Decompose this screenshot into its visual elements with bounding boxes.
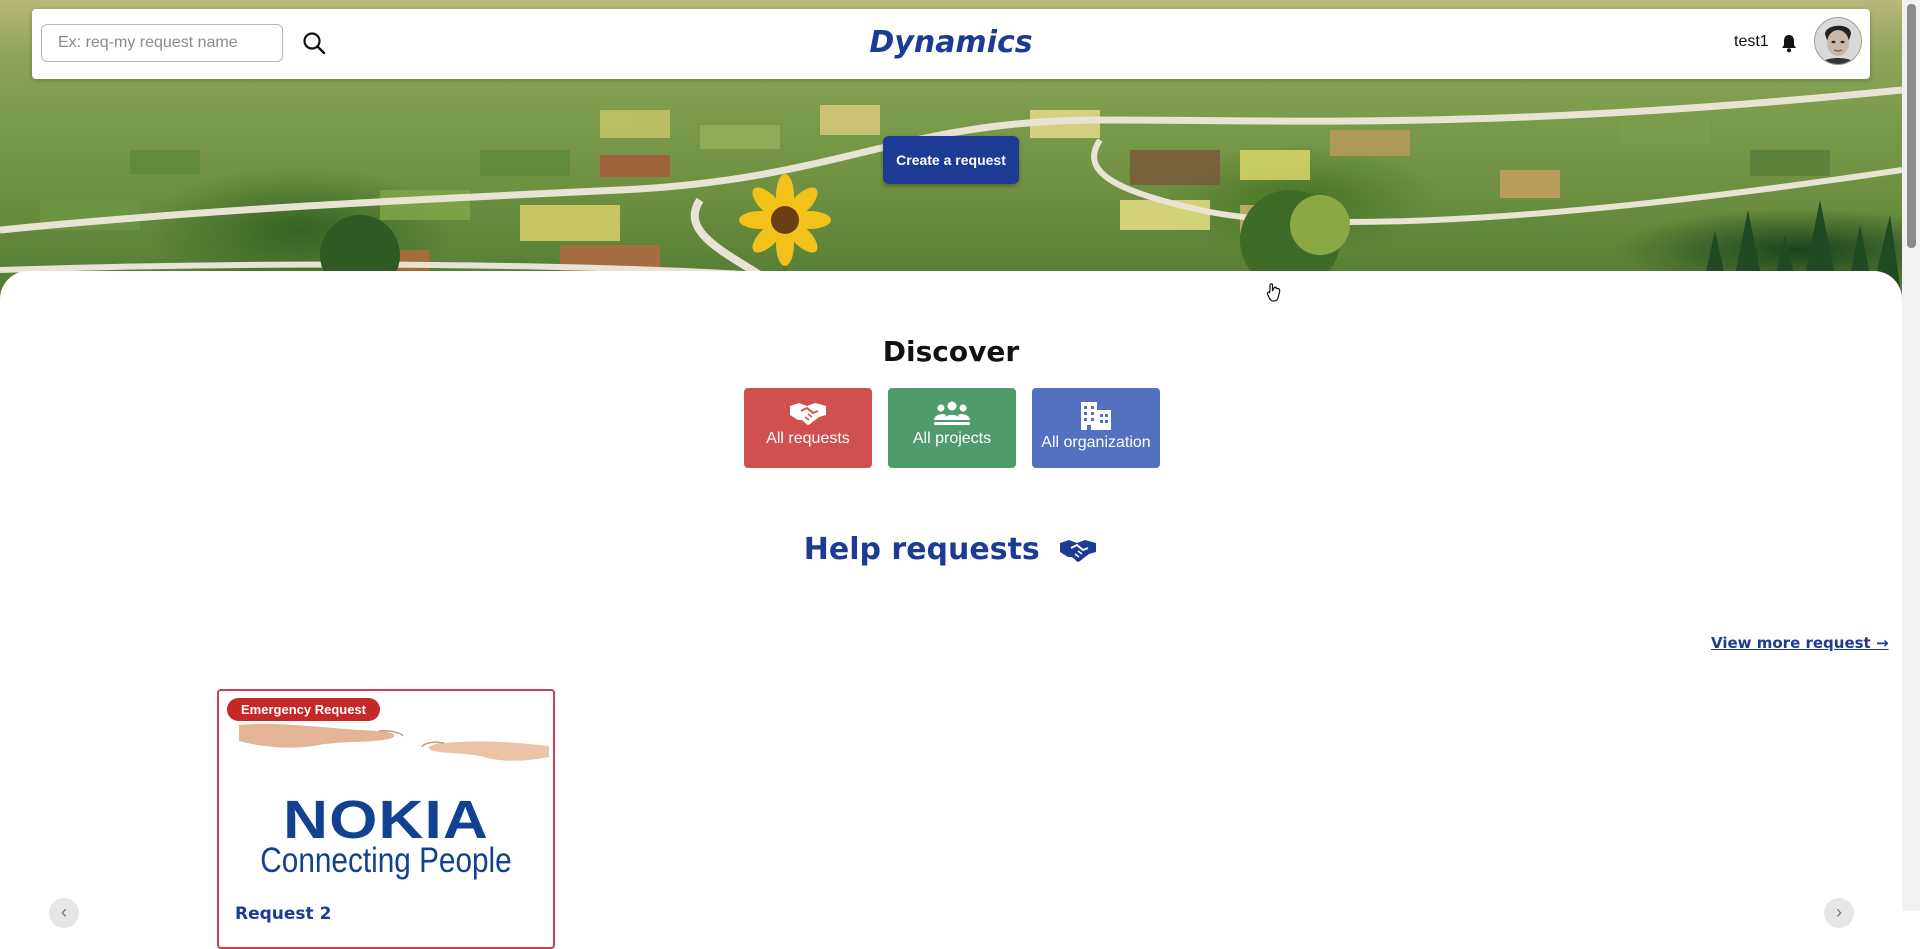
all-projects-label: All projects [912, 430, 992, 447]
page-scrollbar[interactable] [1902, 0, 1920, 911]
carousel-prev-button[interactable]: ‹ [49, 898, 79, 928]
card-brand-tagline: Connecting People [260, 841, 512, 880]
scrollbar-thumb[interactable] [1907, 4, 1916, 248]
hand-cursor-icon [1266, 283, 1281, 302]
chevron-left-icon: ‹ [61, 902, 67, 922]
search-input[interactable] [41, 24, 283, 62]
brand-logo[interactable]: Dynamics [869, 25, 1032, 60]
handshake-icon [1060, 540, 1097, 562]
create-request-button[interactable]: Create a request [883, 136, 1019, 184]
emergency-badge: Emergency Request [227, 698, 380, 721]
bell-icon[interactable] [1780, 33, 1798, 53]
all-organization-label: All organization [1041, 434, 1151, 451]
top-navbar: Dynamics test1 [32, 9, 1870, 79]
building-icon [1081, 402, 1111, 430]
search-icon[interactable] [302, 31, 328, 57]
all-requests-tile[interactable]: All requests [744, 388, 872, 468]
all-organization-tile[interactable]: All organization [1032, 388, 1160, 468]
user-avatar[interactable] [1814, 17, 1862, 65]
username[interactable]: test1 [1734, 33, 1769, 51]
handshake-icon [790, 403, 826, 425]
request-card[interactable]: Emergency Request NOKIA Connecting Peopl… [217, 689, 555, 949]
help-requests-heading: Help requests [0, 532, 1902, 567]
main-content: Discover All requests All projects All o… [0, 271, 1902, 949]
carousel-next-button[interactable]: › [1824, 898, 1854, 928]
help-requests-title: Help requests [803, 532, 1040, 567]
discover-heading: Discover [882, 335, 1020, 368]
chevron-right-icon: › [1836, 902, 1842, 922]
avatar-portrait-icon [1815, 18, 1861, 64]
all-requests-label: All requests [766, 430, 850, 447]
users-icon [934, 401, 970, 425]
view-more-requests-link[interactable]: View more request → [1711, 634, 1889, 652]
card-title[interactable]: Request 2 [235, 904, 331, 924]
all-projects-tile[interactable]: All projects [888, 388, 1016, 468]
